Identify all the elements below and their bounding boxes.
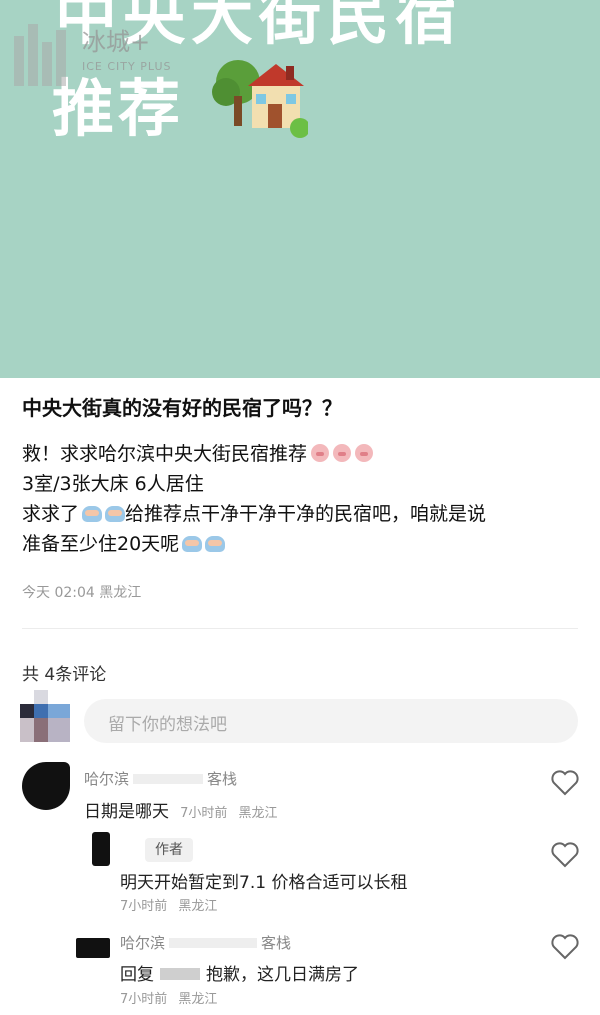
comment-input[interactable]: 留下你的想法吧 (84, 699, 578, 743)
avatar[interactable] (20, 690, 70, 742)
pig-face-icon (333, 444, 352, 462)
comment-input-placeholder: 留下你的想法吧 (108, 715, 227, 735)
comment-author[interactable]: 哈尔滨 客栈 (84, 768, 237, 789)
post-line-2: 3室/3张大床 6人居住 (22, 473, 204, 495)
post-line-1: 救！求求哈尔滨中央大街民宿推荐 (22, 439, 582, 469)
comment-meta: 7小时前 黑龙江 (114, 988, 217, 1007)
comment-body: 回复 抱歉，这几日满房了 (120, 960, 359, 985)
comment-text: 回复 (120, 965, 154, 985)
post-line-3: 求求了 给推荐点干净干净干净的民宿吧，咱就是说 (22, 499, 582, 529)
comment-location: 黑龙江 (178, 992, 218, 1007)
like-icon[interactable] (551, 934, 579, 960)
house-emoji-icon (208, 56, 310, 140)
watermark-name: 冰城+ (82, 28, 151, 56)
pig-face-icon (311, 444, 330, 462)
divider (22, 628, 578, 629)
post-line-1-text: 救！求求哈尔滨中央大街民宿推荐 (22, 443, 308, 465)
post-line-3b: 给推荐点干净干净干净的民宿吧，咱就是说 (125, 503, 487, 525)
redacted-mark (169, 938, 258, 948)
comment-time: 7小时前 (120, 899, 168, 914)
post-meta: 今天 02:04 黑龙江 (22, 585, 142, 601)
comment-text: 明天开始暂定到7.1 价格合适可以长租 (120, 873, 408, 893)
comment-count: 共 4条评论 (22, 665, 107, 685)
crying-face-icon (105, 506, 126, 522)
crying-face-icon (205, 536, 226, 552)
comment-time: 7小时前 (120, 992, 168, 1007)
post-body: 中央大街真的没有好的民宿了吗？？ 救！求求哈尔滨中央大街民宿推荐 3室/3张大床… (22, 392, 582, 559)
comment-location: 黑龙江 (238, 806, 278, 821)
watermark-logo: 冰城+ ICE CITY PLUS (14, 16, 204, 86)
like-icon[interactable] (551, 842, 579, 868)
avatar[interactable] (22, 762, 70, 810)
comment-text: 日期是哪天 (84, 802, 169, 822)
comment-body: 日期是哪天 7小时前 黑龙江 (84, 797, 277, 822)
comment-time: 7小时前 (180, 806, 228, 821)
comment-meta: 7小时前 黑龙江 (114, 895, 217, 914)
comment-body: 明天开始暂定到7.1 价格合适可以长租 (120, 868, 407, 893)
redacted-mark (133, 774, 204, 784)
cover-image[interactable]: 中央大街民宿 推荐 冰城+ ICE CITY PLUS (0, 0, 600, 378)
crying-face-icon (82, 506, 103, 522)
crying-face-icon (182, 536, 203, 552)
avatar[interactable] (76, 938, 110, 958)
pig-face-icon (355, 444, 374, 462)
post-line-4-text: 准备至少住20天呢 (22, 533, 180, 555)
avatar[interactable] (92, 832, 110, 866)
redacted-mark (160, 968, 200, 980)
author-tag: 作者 (145, 838, 193, 862)
like-icon[interactable] (551, 770, 579, 796)
comment-location: 黑龙江 (178, 899, 218, 914)
post-line-3a: 求求了 (22, 503, 80, 525)
comment-text: 抱歉，这几日满房了 (206, 965, 359, 985)
post-title: 中央大街真的没有好的民宿了吗？？ (22, 396, 342, 420)
comment-author[interactable]: 哈尔滨 客栈 (120, 932, 291, 953)
post-line-4: 准备至少住20天呢 (22, 529, 582, 559)
watermark-subtitle: ICE CITY PLUS (82, 60, 172, 73)
